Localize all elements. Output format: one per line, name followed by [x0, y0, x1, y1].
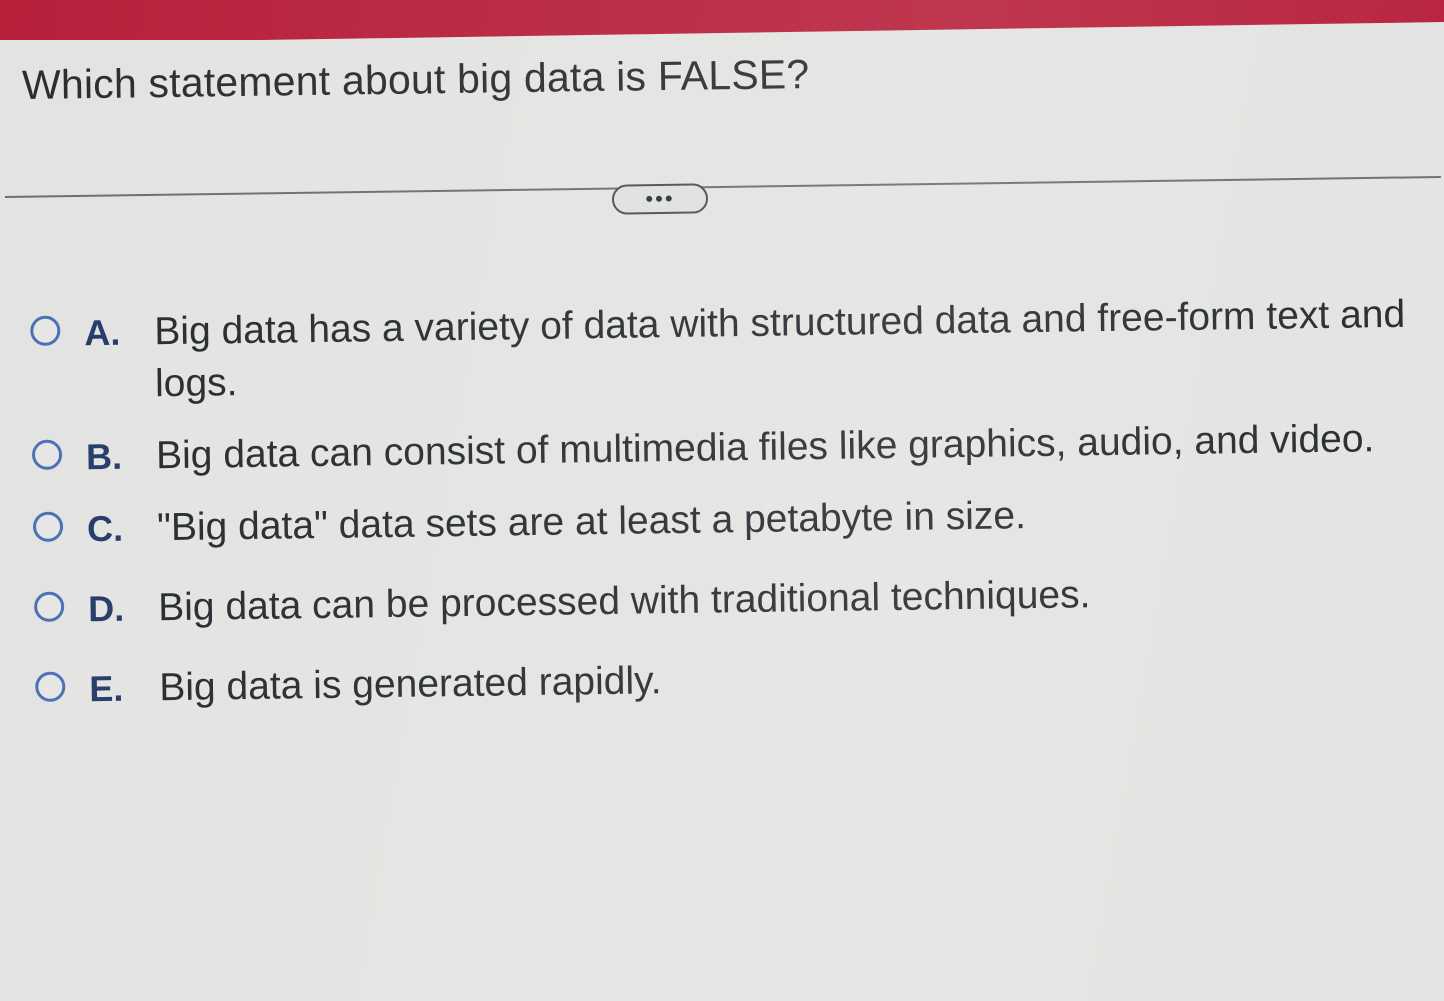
- option-text: Big data has a variety of data with stru…: [154, 292, 1406, 406]
- option-text: "Big data" data sets are at least a peta…: [156, 494, 1027, 550]
- answer-options: A. Big data has a variety of data with s…: [30, 289, 1416, 716]
- expand-button[interactable]: •••: [611, 183, 709, 215]
- option-b[interactable]: B. Big data can consist of multimedia fi…: [31, 413, 1413, 484]
- question-text: Which statement about big data is FALSE?: [21, 51, 810, 108]
- radio-button-d[interactable]: [33, 591, 65, 622]
- radio-button-a[interactable]: [30, 315, 61, 346]
- option-e[interactable]: E. Big data is generated rapidly.: [35, 645, 1416, 716]
- option-a[interactable]: A. Big data has a variety of data with s…: [30, 289, 1411, 412]
- header-bar: [0, 0, 1444, 40]
- option-letter: C.: [86, 507, 124, 550]
- radio-button-e[interactable]: [35, 671, 66, 702]
- option-letter: B.: [85, 435, 123, 478]
- radio-button-c[interactable]: [32, 511, 64, 542]
- option-text: Big data is generated rapidly.: [159, 659, 662, 710]
- option-letter: E.: [89, 667, 124, 710]
- option-c[interactable]: C. "Big data" data sets are at least a p…: [32, 485, 1414, 556]
- option-letter: D.: [87, 587, 125, 630]
- radio-button-b[interactable]: [31, 439, 63, 470]
- option-text: Big data can consist of multimedia files…: [155, 417, 1375, 478]
- option-letter: A.: [84, 311, 121, 354]
- option-d[interactable]: D. Big data can be processed with tradit…: [33, 565, 1415, 636]
- option-text: Big data can be processed with tradition…: [157, 573, 1091, 630]
- divider: [4, 175, 1441, 198]
